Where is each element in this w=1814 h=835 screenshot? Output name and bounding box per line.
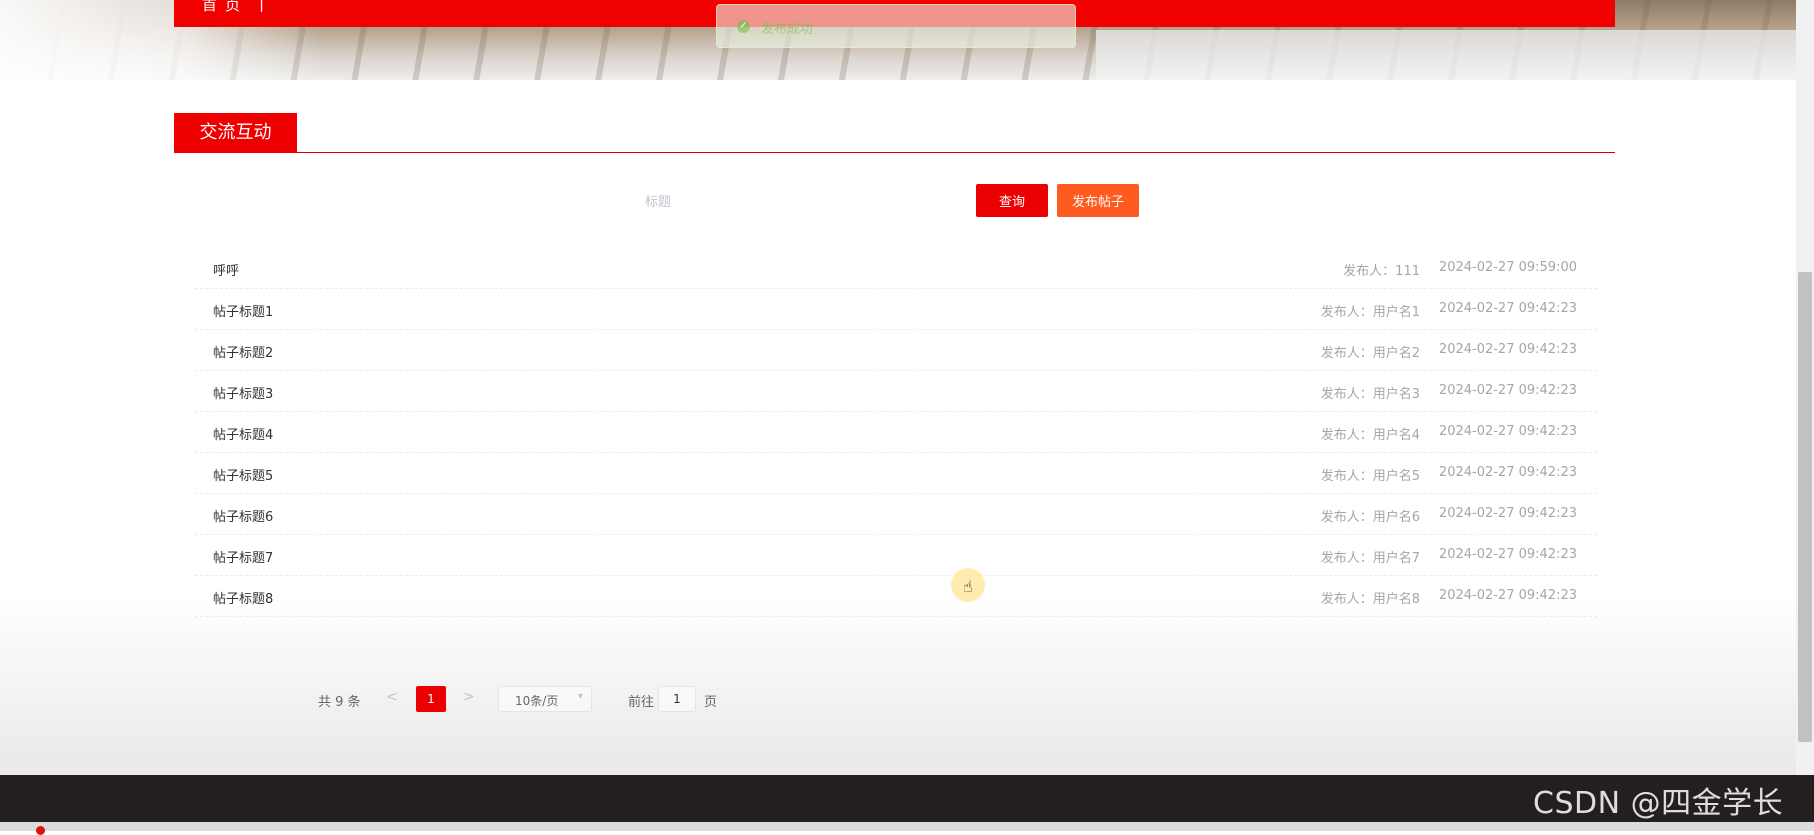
post-title[interactable]: 呼呼 (213, 260, 239, 279)
goto-page-input[interactable] (658, 686, 696, 712)
query-button[interactable]: 查询 (976, 184, 1048, 217)
mouse-cursor-highlight: ☝ (951, 568, 985, 602)
scrollbar-thumb[interactable] (1798, 272, 1812, 742)
post-row[interactable]: 帖子标题8 发布人：用户名8 2024-02-27 09:42:23 (195, 576, 1597, 617)
taskbar-strip (0, 822, 1814, 835)
banner-image-detail (1096, 30, 1796, 80)
post-author: 发布人：用户名8 (1320, 592, 1420, 607)
post-time: 2024-02-27 09:59:00 (1438, 260, 1577, 275)
post-time: 2024-02-27 09:42:23 (1438, 342, 1577, 357)
post-time: 2024-02-27 09:42:23 (1438, 424, 1577, 439)
pagination-total: 共 9 条 (318, 695, 361, 710)
post-title[interactable]: 帖子标题7 (213, 547, 273, 566)
post-title[interactable]: 帖子标题3 (213, 383, 273, 402)
post-author: 发布人：111 (1343, 264, 1420, 279)
post-author: 发布人：用户名2 (1320, 346, 1420, 361)
post-row[interactable]: 帖子标题5 发布人：用户名5 2024-02-27 09:42:23 (195, 453, 1597, 494)
toast-message: 发布成功 (761, 22, 814, 37)
watermark: CSDN @四金学长 (1533, 786, 1784, 821)
post-author: 发布人：用户名5 (1320, 469, 1420, 484)
post-time: 2024-02-27 09:42:23 (1438, 506, 1577, 521)
post-author: 发布人：用户名6 (1320, 510, 1420, 525)
check-circle-icon: ✓ (737, 20, 750, 33)
post-row[interactable]: 帖子标题7 发布人：用户名7 2024-02-27 09:42:23 (195, 535, 1597, 576)
post-time: 2024-02-27 09:42:23 (1438, 547, 1577, 562)
chevron-down-icon: ▾ (577, 691, 583, 702)
hand-pointer-icon: ☝ (963, 577, 973, 596)
post-row[interactable]: 帖子标题3 发布人：用户名3 2024-02-27 09:42:23 (195, 371, 1597, 412)
nav-item-home[interactable]: 首页 (202, 0, 248, 15)
next-page-button[interactable]: > (463, 689, 475, 705)
post-row[interactable]: 帖子标题2 发布人：用户名2 2024-02-27 09:42:23 (195, 330, 1597, 371)
post-time: 2024-02-27 09:42:23 (1438, 465, 1577, 480)
post-list: 呼呼 发布人：111 2024-02-27 09:59:00 帖子标题1 发布人… (195, 248, 1597, 617)
post-time: 2024-02-27 09:42:23 (1438, 301, 1577, 316)
post-author: 发布人：用户名7 (1320, 551, 1420, 566)
post-row[interactable]: 呼呼 发布人：111 2024-02-27 09:59:00 (195, 248, 1597, 289)
post-title[interactable]: 帖子标题6 (213, 506, 273, 525)
page-number-current[interactable]: 1 (416, 686, 446, 712)
post-row[interactable]: 帖子标题4 发布人：用户名4 2024-02-27 09:42:23 (195, 412, 1597, 453)
post-row[interactable]: 帖子标题1 发布人：用户名1 2024-02-27 09:42:23 (195, 289, 1597, 330)
post-time: 2024-02-27 09:42:23 (1438, 588, 1577, 603)
page-size-value: 10条/页 (515, 694, 559, 708)
post-title[interactable]: 帖子标题2 (213, 342, 273, 361)
post-title[interactable]: 帖子标题1 (213, 301, 273, 320)
post-author: 发布人：用户名1 (1320, 305, 1420, 320)
page-size-select[interactable]: 10条/页 ▾ (498, 686, 592, 712)
goto-suffix: 页 (704, 695, 718, 710)
post-author: 发布人：用户名3 (1320, 387, 1420, 402)
goto-label: 前往 (628, 695, 655, 710)
post-author: 发布人：用户名4 (1320, 428, 1420, 443)
post-topic-button[interactable]: 发布帖子 (1057, 184, 1139, 217)
section-header: 交流互动 (174, 113, 1615, 153)
prev-page-button[interactable]: < (386, 689, 398, 705)
section-title: 交流互动 (174, 113, 297, 153)
page-scrollbar[interactable] (1796, 0, 1814, 775)
post-title[interactable]: 帖子标题5 (213, 465, 273, 484)
background-fade (0, 600, 1796, 775)
post-title[interactable]: 帖子标题4 (213, 424, 273, 443)
post-row[interactable]: 帖子标题6 发布人：用户名6 2024-02-27 09:42:23 (195, 494, 1597, 535)
post-title[interactable]: 帖子标题8 (213, 588, 273, 607)
title-search-input[interactable] (643, 186, 967, 218)
success-toast: ✓ 发布成功 (716, 4, 1076, 48)
post-time: 2024-02-27 09:42:23 (1438, 383, 1577, 398)
nav-separator: | (259, 0, 265, 12)
